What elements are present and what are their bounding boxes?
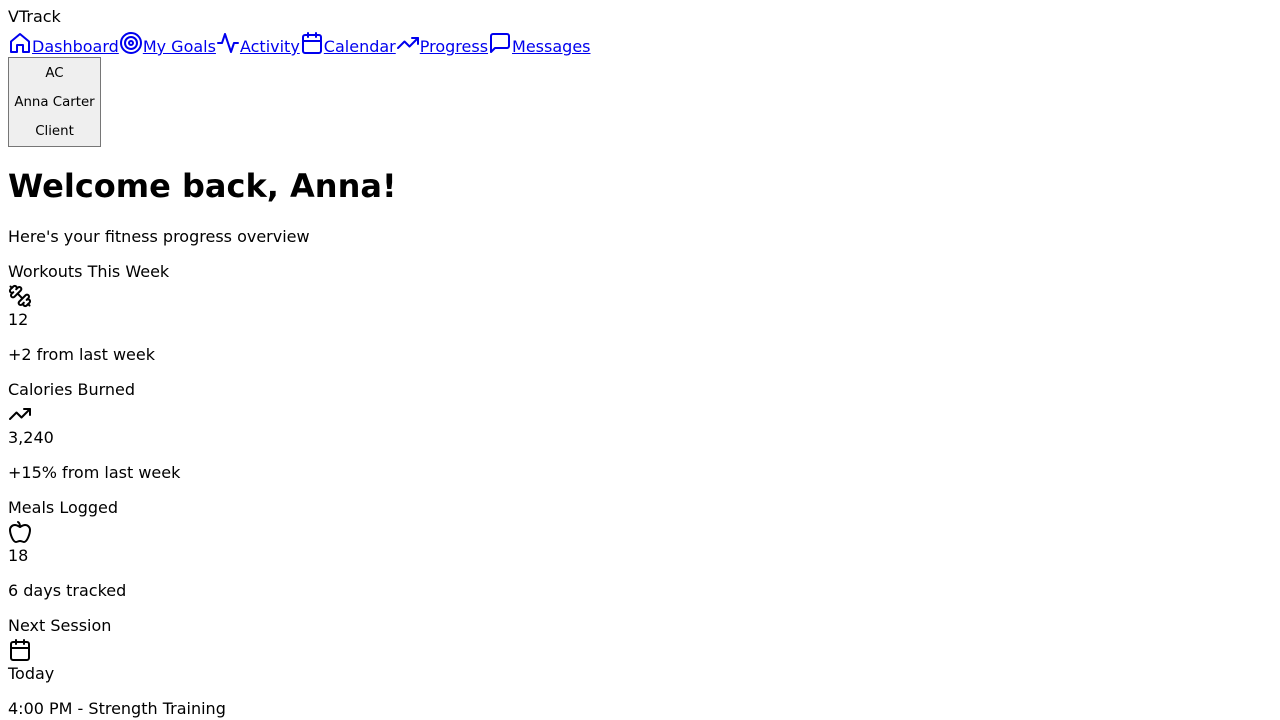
home-icon bbox=[10, 33, 30, 53]
calendar-icon bbox=[10, 639, 30, 661]
nav-link-activity[interactable]: Activity bbox=[216, 31, 300, 56]
nav-link-dashboard[interactable]: Dashboard bbox=[8, 31, 119, 56]
dumbbell-icon bbox=[8, 284, 31, 308]
stat-card-next-session: Next Session Today 4:00 PM - Strength Tr… bbox=[8, 617, 1272, 718]
nav-link-messages[interactable]: Messages bbox=[488, 31, 591, 56]
nav-link-label: Activity bbox=[239, 37, 300, 56]
nav-link-label: Messages bbox=[512, 37, 591, 56]
trending-up-icon bbox=[396, 37, 419, 49]
nav-link-my-goals[interactable]: My Goals bbox=[119, 31, 216, 56]
user-role: Client bbox=[35, 123, 74, 139]
nav-link-calendar[interactable]: Calendar bbox=[300, 31, 396, 56]
apple-icon bbox=[9, 521, 31, 543]
stat-value: 18 bbox=[8, 546, 29, 565]
avatar-initials: AC bbox=[45, 65, 64, 81]
app-logo-text: VTrack bbox=[8, 7, 61, 26]
stat-title: Next Session bbox=[8, 616, 112, 635]
stat-title: Calories Burned bbox=[8, 380, 136, 399]
user-profile-button[interactable]: AC Anna Carter Client bbox=[8, 57, 101, 147]
activity-icon bbox=[216, 33, 239, 53]
nav-link-label: Dashboard bbox=[32, 37, 119, 56]
page-title: Welcome back, Anna! bbox=[8, 167, 397, 205]
stat-note: 4:00 PM - Strength Training bbox=[8, 699, 226, 718]
stat-card-calories: Calories Burned 3,240 +15% from last wee… bbox=[8, 381, 1272, 482]
main-nav: Dashboard My Goals Activity Calendar Pro… bbox=[8, 27, 1272, 56]
page: VTrack Dashboard My Goals Activity Calen… bbox=[0, 8, 1280, 720]
page-subtitle: Here's your fitness progress overview bbox=[8, 227, 310, 246]
calendar-icon bbox=[301, 32, 322, 54]
stat-note: +15% from last week bbox=[8, 463, 181, 482]
trending-up-icon bbox=[9, 408, 31, 420]
stat-title: Workouts This Week bbox=[8, 262, 170, 281]
stat-card-meals: Meals Logged 18 6 days tracked bbox=[8, 499, 1272, 600]
stat-title: Meals Logged bbox=[8, 498, 119, 517]
stat-card-workouts: Workouts This Week 12 +2 from last week bbox=[8, 263, 1272, 364]
stat-note: +2 from last week bbox=[8, 345, 155, 364]
nav-link-label: Calendar bbox=[323, 37, 396, 56]
stat-value: Today bbox=[8, 664, 55, 683]
nav-link-progress[interactable]: Progress bbox=[396, 31, 488, 56]
stat-value: 12 bbox=[8, 310, 29, 329]
message-icon bbox=[490, 33, 511, 53]
target-icon bbox=[119, 32, 142, 54]
nav-link-label: My Goals bbox=[142, 37, 216, 56]
stat-value: 3,240 bbox=[8, 428, 54, 447]
nav-link-label: Progress bbox=[419, 37, 489, 56]
user-name: Anna Carter bbox=[14, 94, 95, 110]
stat-note: 6 days tracked bbox=[8, 581, 127, 600]
